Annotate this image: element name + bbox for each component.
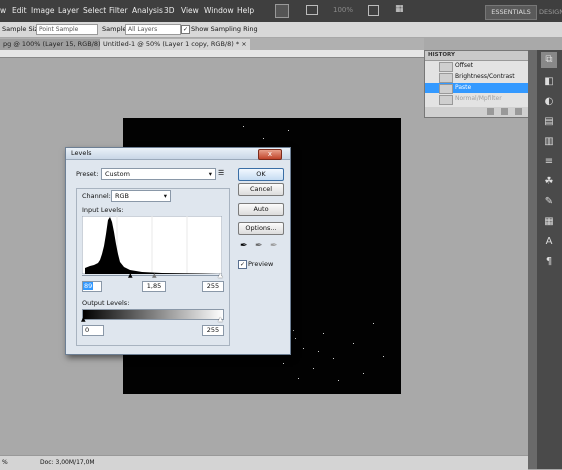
new-document-icon[interactable] bbox=[501, 108, 508, 115]
channel-label: Channel: bbox=[82, 192, 111, 200]
preset-value: Custom bbox=[105, 170, 130, 178]
menu-image[interactable]: Image bbox=[31, 6, 55, 15]
bridge-icon[interactable] bbox=[275, 4, 289, 18]
black-eyedropper-icon[interactable]: ✒ bbox=[240, 241, 248, 251]
chevron-down-icon: ▾ bbox=[208, 170, 212, 178]
show-sampling-ring-checkbox[interactable]: ✓ bbox=[181, 25, 190, 34]
menu-layer[interactable]: Layer bbox=[58, 6, 79, 15]
input-white-field[interactable]: 255 bbox=[202, 281, 224, 292]
status-bar: % Doc: 3,00M/17,0M bbox=[0, 455, 528, 470]
ok-button[interactable]: OK bbox=[238, 168, 284, 181]
gray-eyedropper-icon[interactable]: ✒ bbox=[255, 241, 263, 251]
history-item-normal-mpfilter[interactable]: Normal/Mpfilter bbox=[425, 94, 529, 105]
channel-value: RGB bbox=[115, 192, 130, 200]
menu-file[interactable]: w bbox=[0, 6, 6, 15]
input-black-value: 89 bbox=[83, 282, 94, 290]
screen-mode-icon[interactable]: ▦ bbox=[395, 4, 404, 14]
output-levels-label: Output Levels: bbox=[82, 299, 130, 307]
menu-edit[interactable]: Edit bbox=[12, 6, 27, 15]
preset-options-icon[interactable]: ☰ bbox=[218, 169, 224, 177]
tab-document-2[interactable]: Untitled-1 @ 50% (Layer 1 copy, RGB/8) *… bbox=[100, 39, 250, 50]
history-step-icon bbox=[439, 95, 453, 105]
history-item-offset[interactable]: Offset bbox=[425, 61, 529, 72]
output-black-slider[interactable]: ▲ bbox=[81, 316, 86, 323]
input-levels-label: Input Levels: bbox=[82, 206, 124, 214]
output-white-field[interactable]: 255 bbox=[202, 325, 224, 336]
input-black-slider[interactable]: ▲ bbox=[128, 272, 133, 279]
channel-select[interactable]: RGB ▾ bbox=[111, 190, 171, 202]
status-zoom[interactable]: % bbox=[2, 459, 8, 466]
tab-label: Untitled-1 @ 50% (Layer 1 copy, RGB/8) * bbox=[103, 40, 240, 48]
new-snapshot-icon[interactable] bbox=[487, 108, 494, 115]
history-title: HISTORY bbox=[425, 51, 529, 61]
zoom-level[interactable]: 100% bbox=[333, 6, 353, 14]
history-step-icon bbox=[439, 84, 453, 94]
input-black-field[interactable]: 89 bbox=[82, 281, 102, 292]
menu-help[interactable]: Help bbox=[237, 6, 254, 15]
dialog-title: Levels bbox=[71, 149, 92, 157]
panel-dock-strip bbox=[528, 50, 537, 469]
status-doc-size[interactable]: Doc: 3,00M/17,0M bbox=[40, 459, 95, 466]
input-gamma-slider[interactable]: ▲ bbox=[152, 272, 157, 279]
input-white-slider[interactable]: ▲ bbox=[218, 272, 223, 279]
output-black-field[interactable]: 0 bbox=[82, 325, 104, 336]
menu-select[interactable]: Select bbox=[83, 6, 106, 15]
menu-3d[interactable]: 3D bbox=[164, 6, 175, 15]
options-bar: Sample Size: Point Sample Sample: All La… bbox=[0, 22, 562, 38]
sample-size-select[interactable]: Point Sample bbox=[36, 24, 98, 35]
preset-select[interactable]: Custom ▾ bbox=[101, 168, 216, 180]
dialog-titlebar[interactable]: Levels x bbox=[66, 148, 290, 160]
history-panel-icon[interactable]: ⧉ bbox=[541, 52, 557, 68]
chevron-down-icon: ▾ bbox=[163, 192, 167, 200]
output-gradient bbox=[82, 309, 224, 320]
cancel-button[interactable]: Cancel bbox=[238, 183, 284, 196]
styles-icon[interactable]: ▤ bbox=[541, 114, 557, 130]
input-gamma-field[interactable]: 1,85 bbox=[142, 281, 166, 292]
histogram bbox=[82, 216, 222, 274]
paths-icon[interactable]: ✎ bbox=[541, 194, 557, 210]
horizontal-ruler bbox=[0, 50, 424, 58]
options-button[interactable]: Options... bbox=[238, 222, 284, 235]
menu-bar: w Edit Image Layer Select Filter Analysi… bbox=[0, 0, 562, 22]
preview-label: Preview bbox=[248, 260, 274, 268]
layers-icon[interactable]: ≡ bbox=[541, 154, 557, 170]
history-footer bbox=[425, 107, 529, 117]
tab-document-1[interactable]: pg @ 100% (Layer 15, RGB/8) * × bbox=[0, 39, 117, 50]
menu-view[interactable]: View bbox=[181, 6, 199, 15]
history-item-brightness-contrast[interactable]: Brightness/Contrast bbox=[425, 72, 529, 83]
history-step-icon bbox=[439, 73, 453, 83]
paragraph-icon[interactable]: ¶ bbox=[541, 254, 557, 270]
view-extras-icon[interactable] bbox=[306, 5, 318, 15]
arrange-documents-icon[interactable] bbox=[368, 5, 379, 16]
menu-filter[interactable]: Filter bbox=[109, 6, 128, 15]
auto-button[interactable]: Auto bbox=[238, 203, 284, 216]
sample-select[interactable]: All Layers bbox=[125, 24, 181, 35]
menu-window[interactable]: Window bbox=[204, 6, 234, 15]
brushes-icon[interactable]: ▦ bbox=[541, 214, 557, 230]
show-sampling-ring-label: Show Sampling Ring bbox=[191, 25, 258, 33]
preview-checkbox[interactable]: ✓ bbox=[238, 260, 247, 269]
channels-icon[interactable]: ☘ bbox=[541, 174, 557, 190]
output-white-slider[interactable]: ▲ bbox=[218, 316, 223, 323]
adjustments-icon[interactable]: ◐ bbox=[541, 94, 557, 110]
history-step-icon bbox=[439, 62, 453, 72]
masks-icon[interactable]: ▥ bbox=[541, 134, 557, 150]
preset-label: Preset: bbox=[76, 170, 99, 178]
clone-source-icon[interactable]: A bbox=[541, 234, 557, 250]
close-button[interactable]: x bbox=[258, 149, 282, 160]
history-item-paste[interactable]: Paste bbox=[425, 83, 529, 94]
tab-label: pg @ 100% (Layer 15, RGB/8) * bbox=[3, 40, 106, 48]
workspace-design-button[interactable]: DESIGN bbox=[539, 8, 562, 16]
menu-analysis[interactable]: Analysis bbox=[132, 6, 163, 15]
levels-dialog: Levels x Preset: Custom ▾ ☰ Channel: RGB… bbox=[65, 147, 291, 355]
white-eyedropper-icon[interactable]: ✒ bbox=[270, 241, 278, 251]
trash-icon[interactable] bbox=[515, 108, 522, 115]
workspace-essentials-button[interactable]: ESSENTIALS bbox=[485, 5, 537, 20]
history-panel: HISTORY Offset Brightness/Contrast Paste… bbox=[424, 50, 530, 118]
right-panel-toolbar: ⧉ ◧ ◐ ▤ ▥ ≡ ☘ ✎ ▦ A ¶ bbox=[537, 50, 562, 469]
navigator-icon[interactable]: ◧ bbox=[541, 74, 557, 90]
close-icon[interactable]: × bbox=[241, 40, 246, 48]
